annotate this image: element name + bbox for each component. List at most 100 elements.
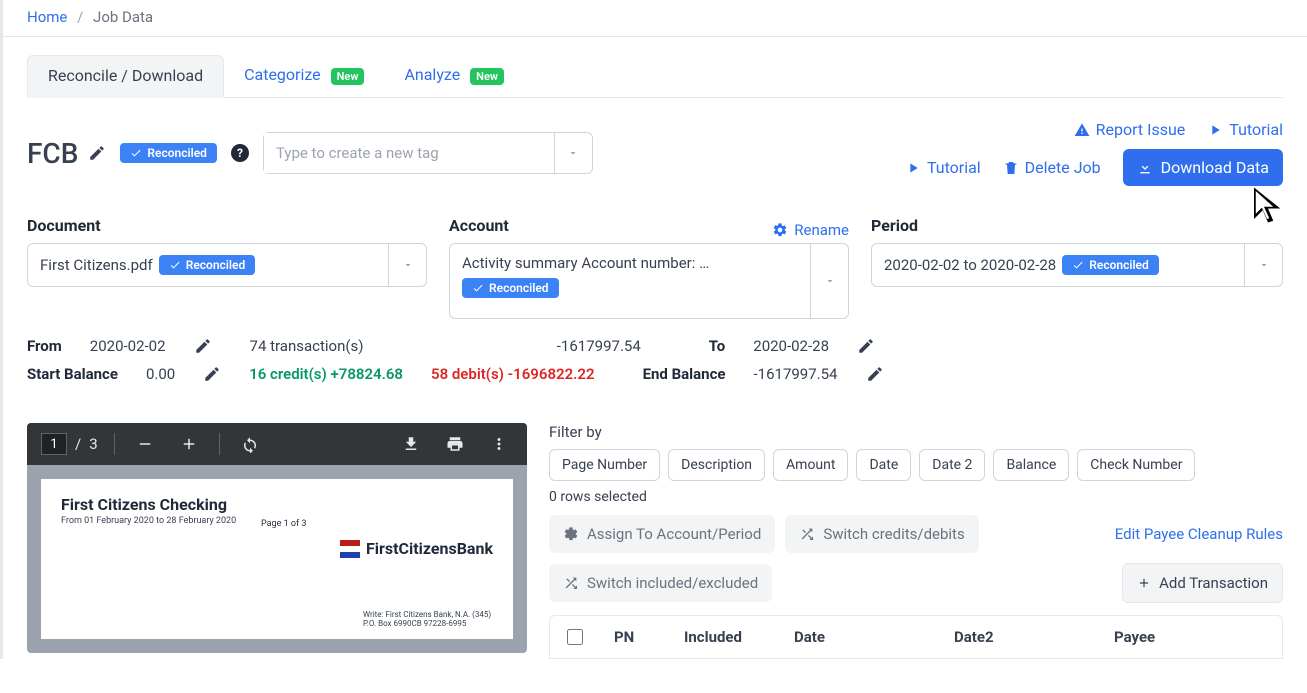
to-value: 2020-02-28 xyxy=(753,337,829,355)
document-select[interactable]: First Citizens.pdf Reconciled xyxy=(27,243,427,287)
rename-link[interactable]: Rename xyxy=(772,221,849,239)
job-title-text: FCB xyxy=(27,137,78,170)
from-label: From xyxy=(27,337,62,355)
end-balance-label: End Balance xyxy=(643,365,726,383)
edit-icon[interactable] xyxy=(857,337,875,355)
rotate-icon[interactable] xyxy=(236,430,264,458)
add-transaction-button[interactable]: Add Transaction xyxy=(1122,563,1283,603)
to-label: To xyxy=(709,337,726,355)
report-issue-label: Report Issue xyxy=(1096,120,1186,139)
print-icon[interactable] xyxy=(441,430,469,458)
tab-reconcile[interactable]: Reconcile / Download xyxy=(27,55,224,98)
bank-logo: FirstCitizensBank xyxy=(340,539,493,558)
chevron-down-icon[interactable] xyxy=(388,244,426,286)
period-value: 2020-02-02 to 2020-02-28 xyxy=(884,256,1056,274)
from-value: 2020-02-02 xyxy=(90,337,166,355)
table-header: PN Included Date Date2 Payee xyxy=(549,615,1283,659)
reconciled-badge: Reconciled xyxy=(462,278,559,298)
tab-categorize[interactable]: Categorize New xyxy=(224,55,384,97)
th-date[interactable]: Date xyxy=(780,616,940,658)
pdf-doc-title: First Citizens Checking xyxy=(61,495,493,514)
account-label: Account xyxy=(449,216,509,235)
zoom-in-icon[interactable] xyxy=(175,430,203,458)
filter-chip[interactable]: Date xyxy=(856,449,911,481)
filter-chip[interactable]: Date 2 xyxy=(919,449,985,481)
document-label: Document xyxy=(27,216,427,235)
pdf-fine-print: Write: First Citizens Bank, N.A. (345) P… xyxy=(363,610,491,629)
filter-chip[interactable]: Page Number xyxy=(549,449,660,481)
rows-selected: 0 rows selected xyxy=(549,489,1283,505)
switch-ie-label: Switch included/excluded xyxy=(587,574,758,592)
edit-icon[interactable] xyxy=(866,365,884,383)
delete-job-label: Delete Job xyxy=(1025,158,1101,177)
delete-job-link[interactable]: Delete Job xyxy=(1003,158,1101,177)
report-issue-link[interactable]: Report Issue xyxy=(1074,120,1186,139)
reconciled-badge-label: Reconciled xyxy=(147,146,207,160)
pdf-toolbar: / 3 xyxy=(27,423,527,465)
pdf-viewer: / 3 First Citizens Checking From 01 Febr xyxy=(27,423,527,653)
pdf-page-sep: / xyxy=(75,435,81,453)
debits-summary: 58 debit(s) -1696822.22 xyxy=(431,365,595,383)
reconciled-badge-label: Reconciled xyxy=(186,258,246,272)
badge-new: New xyxy=(331,68,365,85)
end-balance-value: -1617997.54 xyxy=(754,365,838,383)
breadcrumb-current: Job Data xyxy=(93,8,153,26)
rename-label: Rename xyxy=(794,221,849,239)
select-all-checkbox[interactable] xyxy=(567,629,583,645)
tag-input-combo[interactable] xyxy=(263,132,593,174)
filter-label: Filter by xyxy=(549,423,1283,441)
account-select[interactable]: Activity summary Account number: … Recon… xyxy=(449,243,849,319)
switch-cd-label: Switch credits/debits xyxy=(823,525,964,543)
account-value: Activity summary Account number: … xyxy=(462,254,709,272)
start-balance-label: Start Balance xyxy=(27,365,118,383)
download-icon[interactable] xyxy=(397,430,425,458)
tutorial-link-bottom[interactable]: Tutorial xyxy=(905,158,981,177)
edit-payee-rules-link[interactable]: Edit Payee Cleanup Rules xyxy=(1115,525,1283,543)
tutorial-label: Tutorial xyxy=(1229,120,1283,139)
badge-new: New xyxy=(470,68,504,85)
document-value: First Citizens.pdf xyxy=(40,256,153,274)
breadcrumb-home[interactable]: Home xyxy=(27,8,67,26)
breadcrumb: Home / Job Data xyxy=(3,0,1307,37)
switch-credits-debits-button[interactable]: Switch credits/debits xyxy=(785,515,978,553)
breadcrumb-separator: / xyxy=(77,8,83,26)
assign-account-button[interactable]: Assign To Account/Period xyxy=(549,515,775,553)
help-icon[interactable]: ? xyxy=(231,144,249,162)
reconciled-badge: Reconciled xyxy=(159,255,256,275)
credits-summary: 16 credit(s) +78824.68 xyxy=(249,365,403,383)
pdf-page-label: Page 1 of 3 xyxy=(261,519,306,529)
filter-chip[interactable]: Check Number xyxy=(1077,449,1195,481)
more-icon[interactable] xyxy=(485,430,513,458)
filter-chip[interactable]: Balance xyxy=(993,449,1069,481)
start-balance-value: 0.00 xyxy=(146,365,175,383)
download-data-button[interactable]: Download Data xyxy=(1123,149,1283,186)
tabs: Reconcile / Download Categorize New Anal… xyxy=(27,55,1283,98)
tab-categorize-label: Categorize xyxy=(244,65,321,84)
bank-name: FirstCitizensBank xyxy=(366,539,493,558)
edit-icon[interactable] xyxy=(203,365,221,383)
pdf-page-input[interactable] xyxy=(41,433,67,455)
tutorial-label-2: Tutorial xyxy=(927,158,981,177)
chevron-down-icon[interactable] xyxy=(810,244,848,318)
th-included[interactable]: Included xyxy=(670,616,780,658)
tutorial-link-top[interactable]: Tutorial xyxy=(1207,120,1283,139)
th-pn[interactable]: PN xyxy=(600,616,670,658)
chevron-down-icon[interactable] xyxy=(554,133,592,173)
pdf-page[interactable]: First Citizens Checking From 01 February… xyxy=(41,479,513,639)
edit-icon[interactable] xyxy=(88,144,106,162)
tag-input[interactable] xyxy=(264,133,554,173)
chevron-down-icon[interactable] xyxy=(1244,244,1282,286)
filter-chip[interactable]: Description xyxy=(668,449,765,481)
edit-icon[interactable] xyxy=(194,337,212,355)
th-payee[interactable]: Payee xyxy=(1100,616,1282,658)
filter-chip[interactable]: Amount xyxy=(773,449,848,481)
zoom-out-icon[interactable] xyxy=(131,430,159,458)
period-select[interactable]: 2020-02-02 to 2020-02-28 Reconciled xyxy=(871,243,1283,287)
reconciled-badge-label: Reconciled xyxy=(489,281,549,295)
tab-analyze[interactable]: Analyze New xyxy=(384,55,524,97)
reconciled-badge: Reconciled xyxy=(1062,255,1159,275)
download-data-label: Download Data xyxy=(1161,158,1269,177)
add-tx-label: Add Transaction xyxy=(1159,574,1268,592)
switch-included-excluded-button[interactable]: Switch included/excluded xyxy=(549,564,772,602)
th-date2[interactable]: Date2 xyxy=(940,616,1100,658)
